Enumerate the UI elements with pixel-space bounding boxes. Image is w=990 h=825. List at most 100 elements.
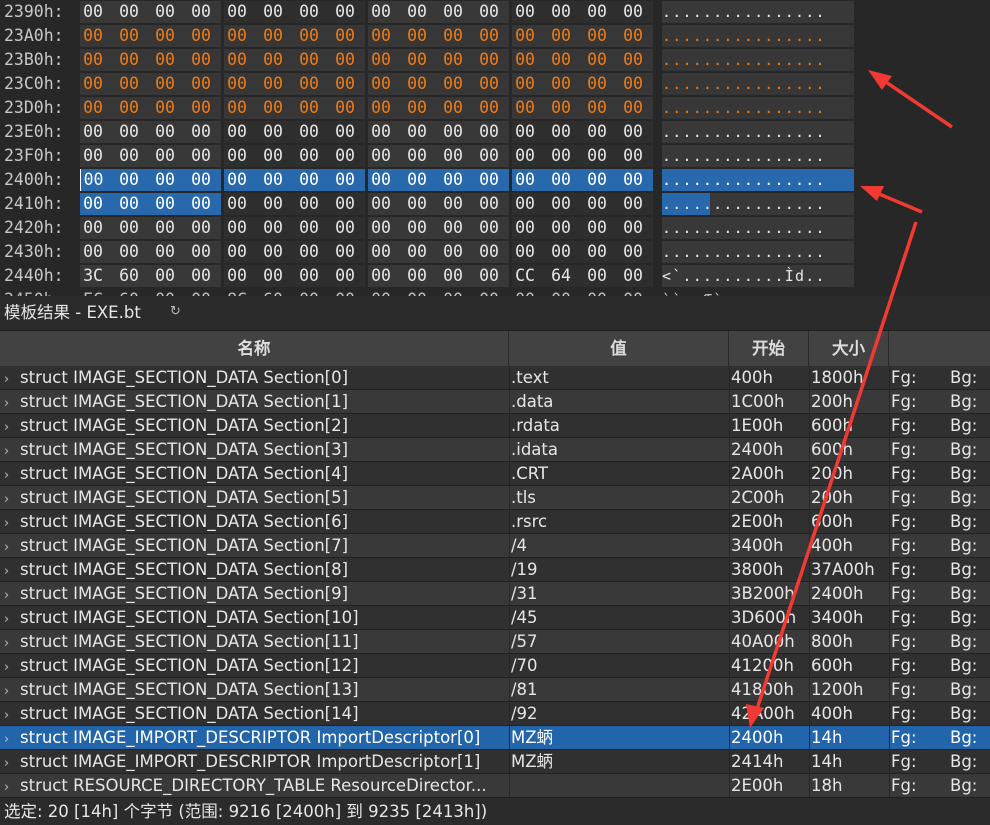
hex-byte[interactable]: 00 (440, 97, 466, 119)
hex-byte[interactable]: 00 (548, 49, 574, 71)
hex-byte[interactable]: 00 (404, 49, 430, 71)
hex-byte[interactable]: 00 (188, 73, 214, 95)
hex-byte[interactable]: 00 (260, 217, 286, 239)
hex-byte[interactable]: 00 (620, 1, 646, 23)
hex-byte[interactable]: 00 (548, 145, 574, 167)
hex-byte[interactable]: 00 (368, 73, 394, 95)
hex-byte[interactable]: 00 (368, 169, 394, 191)
hex-row[interactable]: 23F0h: 00 00 00 00 00 00 00 00 00 00 00 00 00 00 00 00..… (0, 144, 990, 168)
hex-byte[interactable]: 00 (260, 241, 286, 263)
hex-byte[interactable]: 00 (476, 73, 502, 95)
hex-byte[interactable]: 00 (80, 121, 106, 143)
hex-byte[interactable]: 00 (440, 121, 466, 143)
hex-byte-group[interactable]: 00 00 00 00 (224, 121, 365, 143)
hex-byte[interactable]: 00 (440, 265, 466, 287)
hex-byte[interactable]: 00 (512, 169, 538, 191)
expand-chevron-icon[interactable]: › (4, 560, 20, 582)
hex-byte[interactable]: 00 (332, 97, 358, 119)
hex-row[interactable]: 2420h: 00 00 00 00 00 00 00 00 00 00 00 00 00 00 00 00..… (0, 216, 990, 240)
hex-byte[interactable]: 8C (224, 289, 250, 296)
hex-byte[interactable]: 3C (80, 265, 106, 287)
hex-byte[interactable]: 00 (188, 241, 214, 263)
hex-byte[interactable]: 00 (152, 49, 178, 71)
hex-byte-group[interactable]: 00 00 00 00 (224, 217, 365, 239)
hex-byte-group[interactable]: 00 00 00 00 (512, 25, 653, 47)
hex-byte[interactable]: 00 (476, 241, 502, 263)
hex-row-ascii[interactable]: ................ (662, 145, 854, 167)
hex-byte[interactable]: 00 (404, 289, 430, 296)
hex-byte[interactable]: 00 (332, 217, 358, 239)
hex-byte[interactable]: 00 (80, 217, 106, 239)
hex-row-ascii[interactable]: ì`..Œ`.......... (662, 289, 854, 296)
hex-byte[interactable]: 00 (548, 217, 574, 239)
hex-byte[interactable]: 00 (332, 73, 358, 95)
hex-byte[interactable]: 00 (476, 265, 502, 287)
hex-byte[interactable]: 00 (584, 289, 610, 296)
hex-byte[interactable]: 00 (116, 73, 142, 95)
hex-row[interactable]: 2450h:EC 60 00 00 8C 60 00 00 00 00 00 00 00 00 00 00 ì`… (0, 288, 990, 296)
hex-byte-group[interactable]: 00 00 00 00 (80, 49, 221, 71)
hex-byte[interactable]: 00 (296, 265, 322, 287)
hex-byte-group[interactable]: 00 00 00 00 (368, 1, 509, 23)
hex-byte[interactable]: 00 (620, 289, 646, 296)
hex-byte[interactable]: 00 (296, 169, 322, 191)
hex-byte[interactable]: 00 (296, 289, 322, 296)
hex-byte[interactable]: 00 (512, 1, 538, 23)
column-header-start[interactable]: 开始 (729, 331, 809, 366)
hex-byte[interactable]: 00 (584, 49, 610, 71)
hex-byte[interactable]: 60 (116, 265, 142, 287)
hex-byte[interactable]: 00 (548, 289, 574, 296)
hex-byte[interactable]: 00 (584, 145, 610, 167)
hex-byte-group[interactable]: 00 00 00 00 (512, 241, 653, 263)
hex-byte[interactable]: 00 (368, 193, 394, 215)
hex-byte[interactable]: 00 (476, 217, 502, 239)
hex-byte[interactable]: 00 (332, 121, 358, 143)
hex-byte-group[interactable]: 00 00 00 00 (368, 49, 509, 71)
hex-row[interactable]: 23A0h: 00 00 00 00 00 00 00 00 00 00 00 00 00 00 00 00..… (0, 24, 990, 48)
hex-byte[interactable]: 00 (404, 265, 430, 287)
hex-byte[interactable]: 00 (80, 145, 106, 167)
hex-byte-group[interactable]: 00 00 00 00 (80, 169, 221, 191)
hex-byte[interactable]: 00 (116, 193, 142, 215)
hex-byte[interactable]: 00 (116, 121, 142, 143)
hex-byte[interactable]: 00 (620, 49, 646, 71)
hex-byte[interactable]: 00 (404, 217, 430, 239)
hex-byte[interactable]: 00 (260, 265, 286, 287)
hex-byte[interactable]: 00 (188, 217, 214, 239)
hex-byte-group[interactable]: 00 00 00 00 (512, 145, 653, 167)
hex-byte[interactable]: 00 (584, 25, 610, 47)
table-row[interactable]: › struct IMAGE_SECTION_DATA Section[6] .rs… (0, 510, 990, 534)
hex-byte-group[interactable]: 00 00 00 00 (368, 73, 509, 95)
hex-byte[interactable]: 00 (404, 121, 430, 143)
hex-byte[interactable]: 00 (620, 169, 646, 191)
hex-byte[interactable]: 00 (260, 73, 286, 95)
hex-byte-group[interactable]: 00 00 00 00 (368, 169, 509, 191)
template-results-table[interactable]: › struct IMAGE_SECTION_DATA Section[0] .te… (0, 366, 990, 798)
hex-byte[interactable]: 00 (332, 49, 358, 71)
hex-byte[interactable]: 00 (152, 169, 178, 191)
hex-byte[interactable]: 00 (80, 49, 106, 71)
hex-byte[interactable]: 00 (368, 49, 394, 71)
table-row[interactable]: › struct IMAGE_SECTION_DATA Section[8]/19… (0, 558, 990, 582)
hex-byte-group[interactable]: 00 00 00 00 (512, 193, 653, 215)
hex-byte-group[interactable]: 00 00 00 00 (224, 25, 365, 47)
hex-byte[interactable]: 00 (152, 145, 178, 167)
hex-byte[interactable]: 00 (296, 121, 322, 143)
hex-byte[interactable]: 00 (80, 97, 106, 119)
hex-byte-group[interactable]: 00 00 00 00 (80, 241, 221, 263)
hex-byte[interactable]: 00 (548, 1, 574, 23)
hex-byte-group[interactable]: 00 00 00 00 (80, 217, 221, 239)
hex-byte-group[interactable]: 00 00 00 00 (224, 145, 365, 167)
hex-byte-group[interactable]: 00 00 00 00 (80, 25, 221, 47)
hex-byte-group[interactable]: 00 00 00 00 (224, 1, 365, 23)
hex-byte[interactable]: 00 (116, 97, 142, 119)
hex-byte[interactable]: 00 (584, 217, 610, 239)
hex-byte[interactable]: 00 (620, 241, 646, 263)
table-row[interactable]: › struct IMAGE_SECTION_DATA Section[2] .rd… (0, 414, 990, 438)
hex-byte[interactable]: 00 (224, 265, 250, 287)
table-row[interactable]: › struct IMAGE_IMPORT_DESCRIPTOR ImportDe… (0, 750, 990, 774)
hex-byte[interactable]: 00 (548, 169, 574, 191)
hex-row-ascii[interactable]: ................ (662, 193, 854, 215)
table-row[interactable]: › struct IMAGE_SECTION_DATA Section[10]/4… (0, 606, 990, 630)
hex-byte-group[interactable]: 00 00 00 00 (512, 289, 653, 296)
